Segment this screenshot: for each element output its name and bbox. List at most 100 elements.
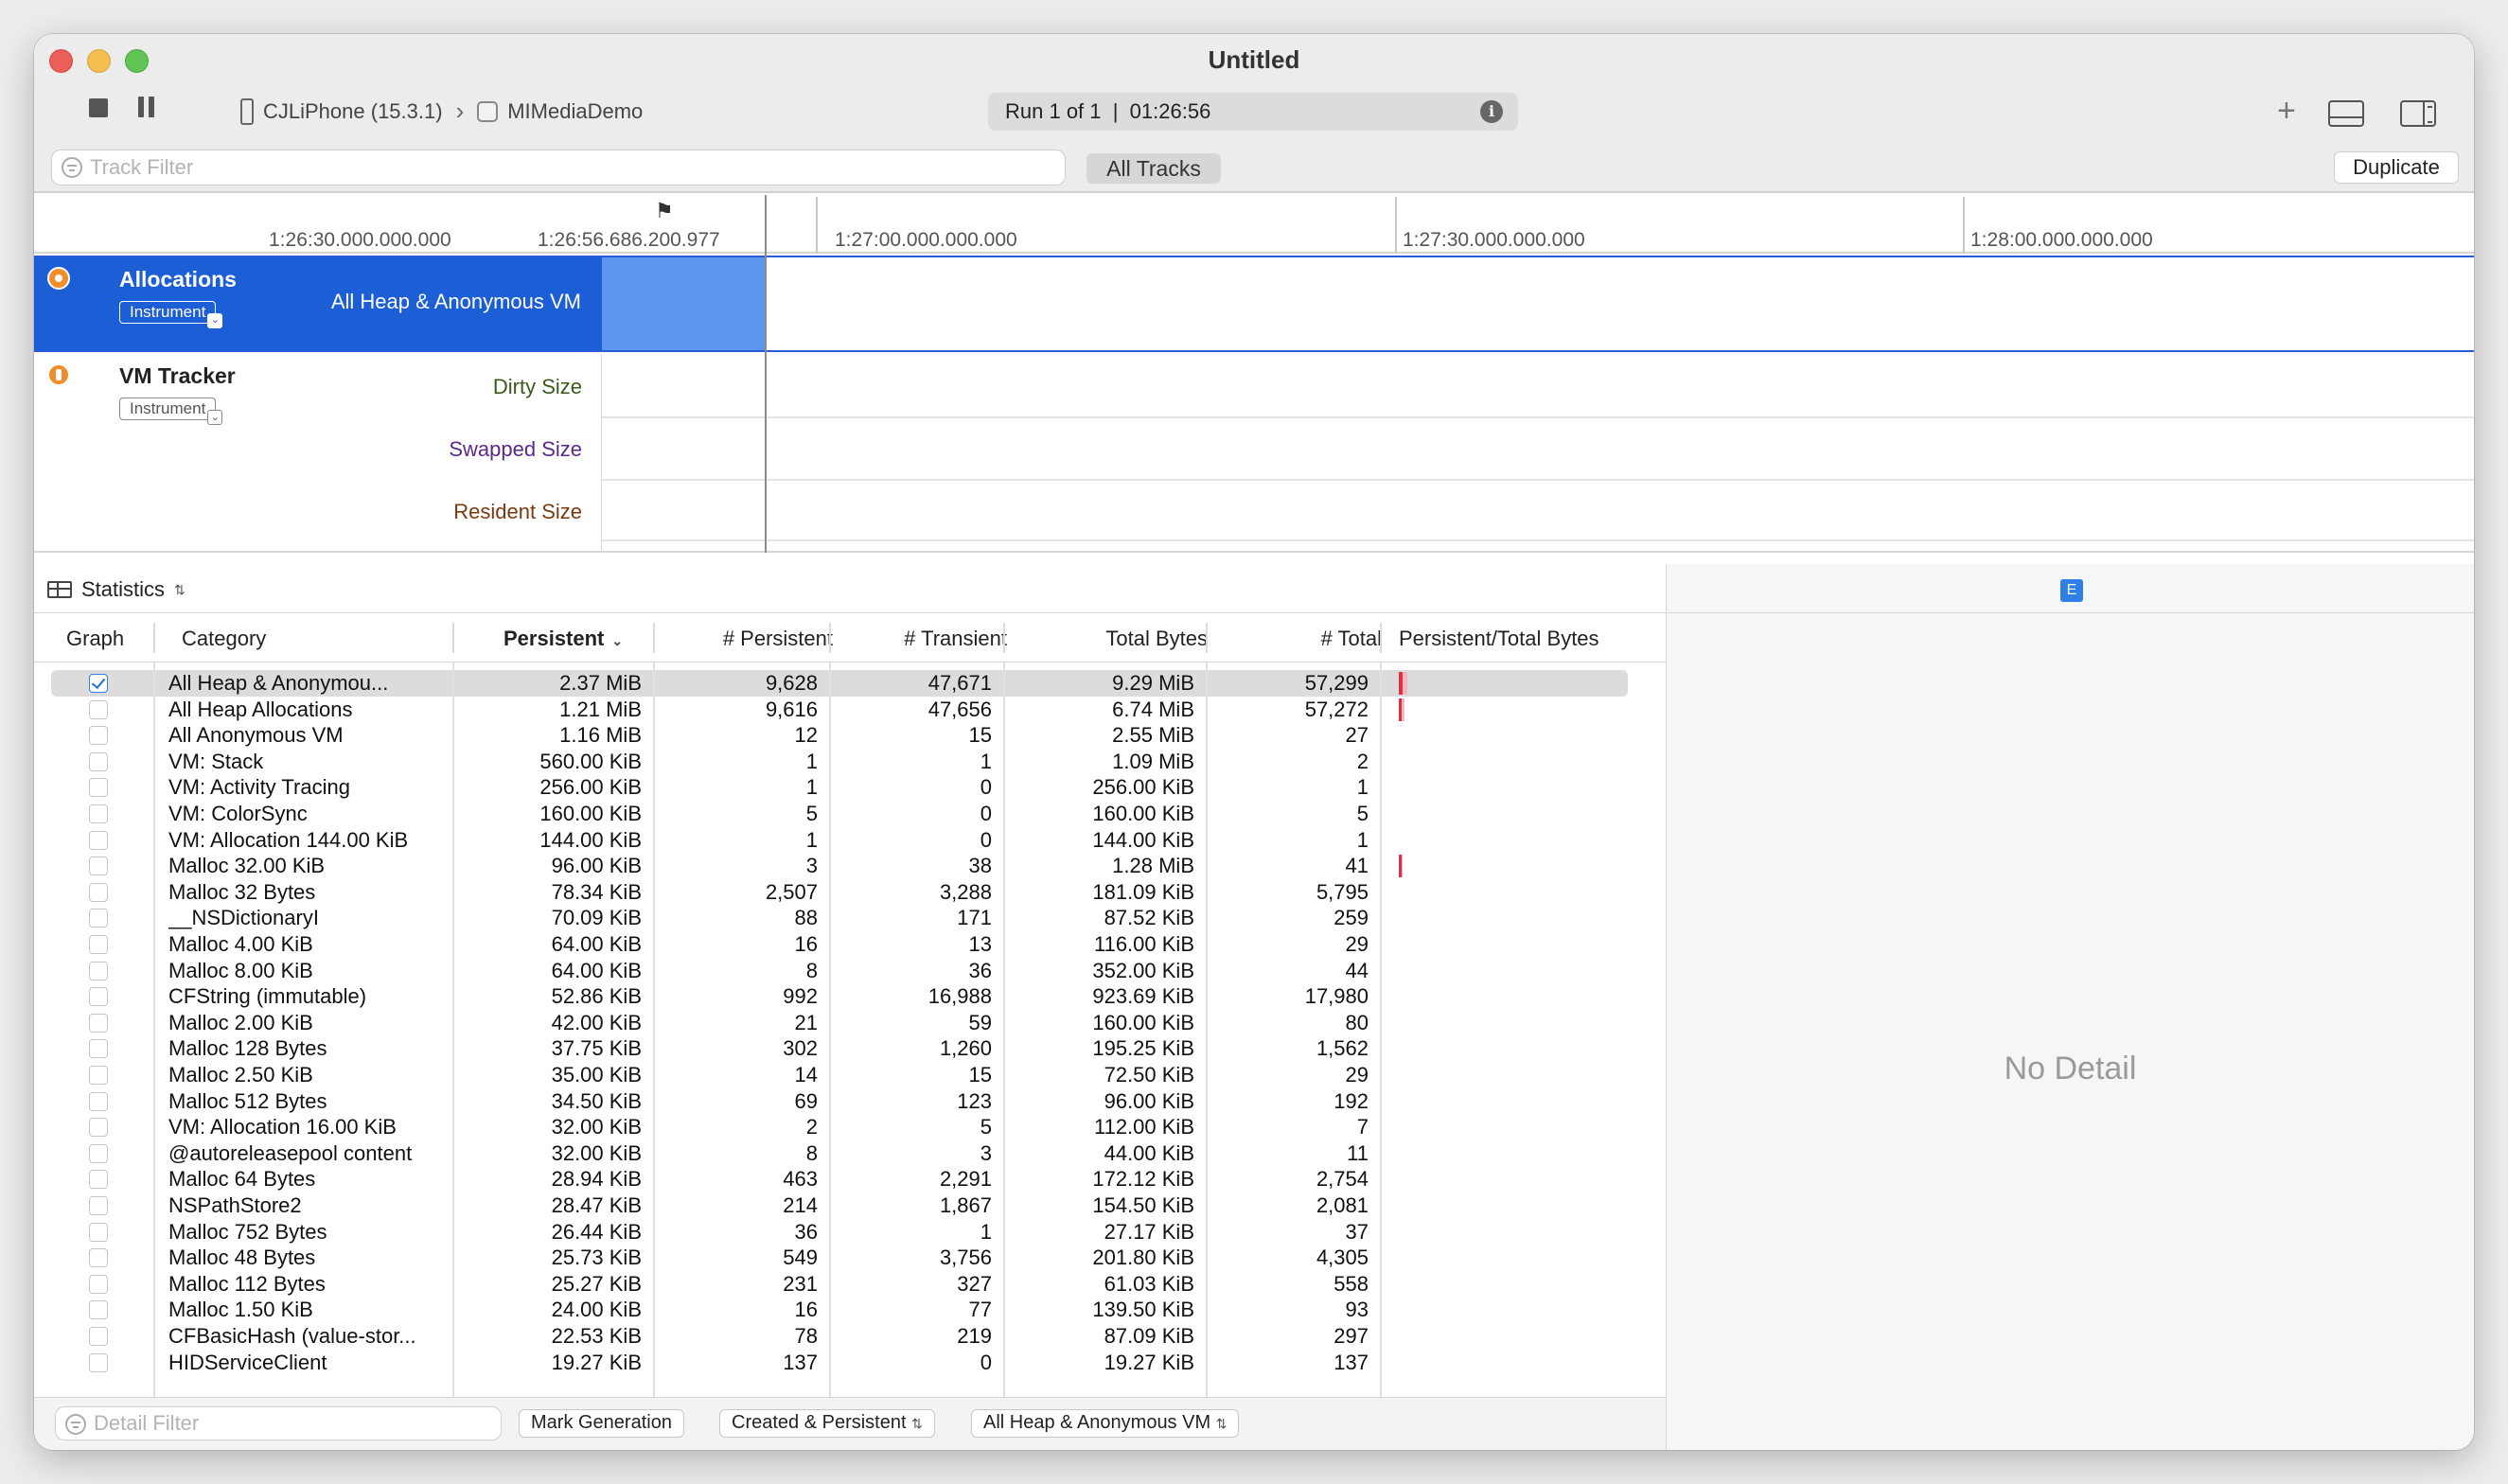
info-icon[interactable]: i bbox=[1480, 100, 1503, 123]
graph-checkbox[interactable] bbox=[89, 1170, 108, 1190]
graph-checkbox[interactable] bbox=[89, 778, 108, 798]
graph-checkbox[interactable] bbox=[89, 804, 108, 823]
stop-button[interactable] bbox=[89, 98, 108, 117]
table-row[interactable]: Malloc 32 Bytes 78.34 KiB 2,507 3,288 181.09… bbox=[34, 879, 1666, 906]
column-separator[interactable] bbox=[1380, 623, 1382, 653]
lifespan-popup[interactable]: Created & Persistent ⇅ bbox=[719, 1409, 935, 1438]
table-row[interactable]: Malloc 64 Bytes 28.94 KiB 463 2,291 172.12 K… bbox=[34, 1166, 1666, 1192]
table-row[interactable]: Malloc 48 Bytes 25.73 KiB 549 3,756 201.80 K… bbox=[34, 1245, 1666, 1271]
graph-checkbox[interactable] bbox=[89, 961, 108, 980]
flag-icon[interactable]: ⚑ bbox=[655, 199, 674, 223]
duplicate-button[interactable]: Duplicate bbox=[2334, 151, 2459, 184]
column-separator[interactable] bbox=[1003, 623, 1005, 653]
mark-generation-button[interactable]: Mark Generation bbox=[519, 1409, 684, 1438]
table-row[interactable]: __NSDictionaryI 70.09 KiB 88 171 87.52 KiB 25… bbox=[34, 905, 1666, 931]
graph-checkbox[interactable] bbox=[89, 1039, 108, 1059]
column-header-category[interactable]: Category bbox=[182, 627, 266, 651]
graph-checkbox[interactable] bbox=[89, 987, 108, 1007]
column-header-graph[interactable]: Graph bbox=[66, 627, 124, 651]
track-allocations[interactable]: Allocations Instrument ⌄ All Heap & Anon… bbox=[34, 256, 2474, 352]
graph-checkbox[interactable] bbox=[89, 751, 108, 771]
ruler-tick-label: 1:26:30.000.000.000 bbox=[269, 229, 451, 251]
chevron-down-icon: ⌄ bbox=[207, 410, 223, 425]
all-tracks-button[interactable]: All Tracks bbox=[1086, 153, 1221, 184]
table-row[interactable]: All Heap Allocations 1.21 MiB 9,616 47,656 6… bbox=[34, 697, 1666, 723]
table-row[interactable]: CFBasicHash (value-stor... 22.53 KiB 78 219… bbox=[34, 1323, 1666, 1350]
extended-detail-tab[interactable]: E bbox=[2060, 579, 2083, 602]
table-row[interactable]: CFString (immutable) 52.86 KiB 992 16,988 92… bbox=[34, 983, 1666, 1010]
add-instrument-icon[interactable]: + bbox=[2277, 93, 2296, 130]
graph-checkbox[interactable] bbox=[89, 1222, 108, 1242]
graph-checkbox[interactable] bbox=[89, 830, 108, 850]
track-vm-tracker[interactable]: VM Tracker Instrument ⌄ Dirty Size Swapp… bbox=[34, 354, 2474, 553]
graph-checkbox[interactable] bbox=[89, 699, 108, 719]
column-header-persistent[interactable]: Persistent ⌄ bbox=[503, 627, 623, 651]
n-transient-cell: 0 bbox=[980, 775, 992, 800]
table-row[interactable]: VM: Stack 560.00 KiB 1 1 1.09 MiB 2 bbox=[34, 749, 1666, 775]
graph-checkbox[interactable] bbox=[89, 1248, 108, 1268]
table-row[interactable]: @autoreleasepool content 32.00 KiB 8 3 44.00… bbox=[34, 1140, 1666, 1167]
graph-checkbox[interactable] bbox=[89, 1327, 108, 1346]
graph-checkbox[interactable] bbox=[89, 882, 108, 902]
timeline-ruler[interactable]: 1:26:30.000.000.000 1:26:56.686.200.977 … bbox=[34, 195, 2474, 254]
graph-checkbox[interactable] bbox=[89, 909, 108, 928]
graph-checkbox[interactable] bbox=[89, 1066, 108, 1085]
toggle-detail-area-icon[interactable] bbox=[2328, 100, 2364, 127]
column-separator[interactable] bbox=[153, 623, 155, 653]
table-row[interactable]: Malloc 32.00 KiB 96.00 KiB 3 38 1.28 MiB 41 bbox=[34, 853, 1666, 879]
total-bytes-cell: 352.00 KiB bbox=[1092, 958, 1194, 982]
column-separator[interactable] bbox=[452, 623, 454, 653]
table-row[interactable]: VM: Allocation 144.00 KiB 144.00 KiB 1 0 144… bbox=[34, 827, 1666, 854]
table-row[interactable]: NSPathStore2 28.47 KiB 214 1,867 154.50 KiB 2… bbox=[34, 1192, 1666, 1219]
pause-button[interactable] bbox=[138, 97, 154, 117]
track-header-vm-tracker[interactable]: VM Tracker Instrument ⌄ Dirty Size Swapp… bbox=[34, 354, 602, 551]
graph-checkbox[interactable] bbox=[89, 726, 108, 746]
table-row[interactable]: Malloc 2.00 KiB 42.00 KiB 21 59 160.00 KiB 80 bbox=[34, 1010, 1666, 1036]
table-row[interactable]: All Heap & Anonymou... 2.37 MiB 9,628 47,67… bbox=[34, 670, 1666, 697]
allocation-scope-popup[interactable]: All Heap & Anonymous VM ⇅ bbox=[971, 1409, 1240, 1438]
table-row[interactable]: All Anonymous VM 1.16 MiB 12 15 2.55 MiB 27 bbox=[34, 722, 1666, 749]
graph-checkbox[interactable] bbox=[89, 1013, 108, 1033]
graph-checkbox[interactable] bbox=[89, 1091, 108, 1111]
graph-checkbox[interactable] bbox=[89, 935, 108, 954]
table-row[interactable]: Malloc 4.00 KiB 64.00 KiB 16 13 116.00 KiB 29 bbox=[34, 931, 1666, 958]
detail-filter-input[interactable]: Detail Filter bbox=[55, 1406, 502, 1440]
column-separator[interactable] bbox=[1206, 623, 1208, 653]
column-header-total-bytes[interactable]: Total Bytes bbox=[1105, 627, 1208, 651]
table-row[interactable]: Malloc 128 Bytes 37.75 KiB 302 1,260 195.25 … bbox=[34, 1035, 1666, 1062]
column-header-n-total[interactable]: # Total bbox=[1321, 627, 1382, 651]
table-row[interactable]: Malloc 112 Bytes 25.27 KiB 231 327 61.03 KiB… bbox=[34, 1271, 1666, 1298]
inspection-head[interactable] bbox=[765, 195, 767, 553]
table-row[interactable]: Malloc 752 Bytes 26.44 KiB 36 1 27.17 KiB 37 bbox=[34, 1219, 1666, 1246]
table-row[interactable]: Malloc 2.50 KiB 35.00 KiB 14 15 72.50 KiB 29 bbox=[34, 1062, 1666, 1088]
column-header-ratio[interactable]: Persistent/Total Bytes bbox=[1399, 627, 1599, 651]
table-row[interactable]: HIDServiceClient 19.27 KiB 137 0 19.27 KiB 13… bbox=[34, 1350, 1666, 1376]
target-selector[interactable]: CJLiPhone (15.3.1) › MIMediaDemo bbox=[240, 97, 643, 126]
graph-checkbox[interactable] bbox=[89, 1143, 108, 1163]
table-row[interactable]: Malloc 512 Bytes 34.50 KiB 69 123 96.00 KiB 1… bbox=[34, 1088, 1666, 1115]
table-row[interactable]: VM: Activity Tracing 256.00 KiB 1 0 256.00 K… bbox=[34, 774, 1666, 801]
graph-checkbox[interactable] bbox=[89, 1118, 108, 1138]
graph-checkbox[interactable] bbox=[89, 1274, 108, 1294]
table-row[interactable]: Malloc 8.00 KiB 64.00 KiB 8 36 352.00 KiB 44 bbox=[34, 958, 1666, 984]
track-filter-input[interactable]: Track Filter bbox=[51, 150, 1066, 186]
graph-checkbox[interactable] bbox=[89, 1352, 108, 1372]
column-separator[interactable] bbox=[829, 623, 831, 653]
track-graph-selection[interactable] bbox=[602, 257, 765, 350]
graph-checkbox[interactable] bbox=[89, 1300, 108, 1320]
table-row[interactable]: VM: ColorSync 160.00 KiB 5 0 160.00 KiB 5 bbox=[34, 801, 1666, 827]
column-header-n-persistent[interactable]: # Persistent bbox=[723, 627, 833, 651]
table-row[interactable]: VM: Allocation 16.00 KiB 32.00 KiB 2 5 112.0… bbox=[34, 1114, 1666, 1140]
detail-type-selector[interactable]: Statistics ⇅ bbox=[47, 577, 185, 602]
graph-checkbox[interactable] bbox=[89, 857, 108, 876]
graph-checkbox[interactable] bbox=[89, 1196, 108, 1215]
table-row[interactable]: Malloc 1.50 KiB 24.00 KiB 16 77 139.50 KiB 93 bbox=[34, 1297, 1666, 1323]
column-separator[interactable] bbox=[653, 623, 655, 653]
track-header-allocations[interactable]: Allocations Instrument ⌄ All Heap & Anon… bbox=[34, 257, 602, 350]
instrument-badge[interactable]: Instrument ⌄ bbox=[119, 301, 223, 328]
graph-checkbox[interactable] bbox=[89, 674, 108, 693]
n-transient-cell: 77 bbox=[968, 1298, 992, 1322]
column-header-n-transient[interactable]: # Transient bbox=[904, 627, 1007, 651]
instrument-badge[interactable]: Instrument ⌄ bbox=[119, 398, 223, 425]
toggle-inspector-icon[interactable] bbox=[2400, 100, 2436, 127]
